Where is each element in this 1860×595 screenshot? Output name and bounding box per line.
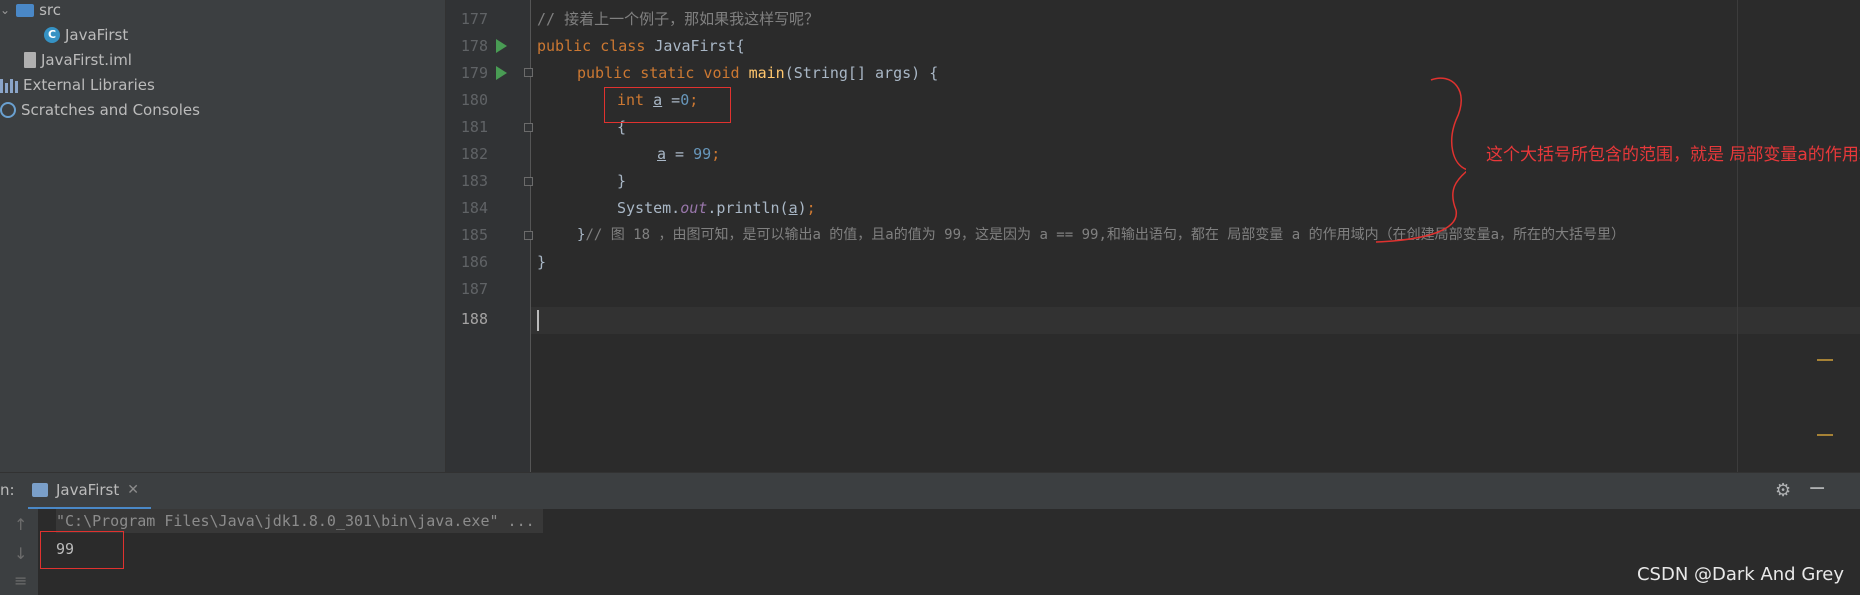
- curly-brace-annotation: [1375, 77, 1466, 243]
- code-token: a: [657, 145, 667, 163]
- iml-file-icon: [24, 52, 36, 68]
- run-console[interactable]: "C:\Program Files\Java\jdk1.8.0_301\bin\…: [38, 509, 1860, 595]
- run-config-icon: [32, 483, 48, 497]
- watermark: CSDN @Dark And Grey: [1636, 564, 1844, 585]
- folder-icon: [16, 3, 35, 17]
- highlight-box-output: [40, 531, 124, 569]
- chevron-down-icon[interactable]: ⌄: [0, 0, 10, 22]
- code-token: public class: [537, 37, 655, 55]
- line-number: 181: [460, 118, 488, 136]
- scrollbar-marker[interactable]: [1817, 359, 1833, 361]
- tree-item-src[interactable]: ⌄ src: [0, 0, 61, 22]
- line-number-current: 188: [460, 310, 488, 328]
- line-number: 178: [460, 37, 488, 55]
- minimize-icon[interactable]: −: [1808, 476, 1826, 501]
- code-token: out: [680, 199, 708, 217]
- tree-item-scratches[interactable]: Scratches and Consoles: [0, 98, 200, 122]
- code-token: ;: [711, 145, 721, 163]
- tree-item-external-libraries[interactable]: External Libraries: [0, 73, 155, 97]
- run-panel-label: n:: [0, 481, 15, 499]
- tree-item-label: JavaFirst: [65, 26, 129, 44]
- tree-item-label: External Libraries: [23, 76, 155, 94]
- run-class-icon[interactable]: [496, 39, 507, 53]
- right-margin-guide: [1737, 0, 1738, 472]
- run-side-toolbar: ↑ ↓ ≡: [0, 509, 38, 595]
- code-token: 99: [693, 145, 712, 163]
- code-token: ;: [806, 199, 816, 217]
- code-token: (String[] args) {: [784, 64, 939, 82]
- line-number: 179: [460, 64, 488, 82]
- arrow-up-icon[interactable]: ↑: [14, 515, 27, 534]
- code-token: // 图 18 ，由图可知，是可以输出a 的值，且a的值为 99，这是因为 a …: [585, 227, 1626, 243]
- code-token: =: [666, 145, 694, 163]
- code-editor[interactable]: 177 178 179 180 181 182 183 184 185 186 …: [446, 0, 1860, 472]
- highlight-box-declaration: [604, 87, 731, 123]
- line-number: 187: [460, 280, 488, 298]
- arrow-down-icon[interactable]: ↓: [14, 544, 27, 563]
- code-token: .println(: [707, 199, 789, 217]
- line-number: 177: [460, 10, 488, 28]
- line-number: 182: [460, 145, 488, 163]
- tree-item-iml[interactable]: JavaFirst.iml: [24, 48, 132, 72]
- code-token: a: [788, 199, 798, 217]
- fold-icon[interactable]: [524, 123, 533, 132]
- code-token: main: [748, 64, 785, 82]
- code-line-186: }: [537, 253, 547, 271]
- close-icon[interactable]: ✕: [127, 482, 139, 498]
- code-line-183: }: [617, 172, 627, 190]
- code-token: public static void: [577, 64, 749, 82]
- line-number: 186: [460, 253, 488, 271]
- tree-item-label: Scratches and Consoles: [21, 101, 200, 119]
- code-line-179: public static void main(String[] args) {: [577, 60, 938, 87]
- run-toolwindow-header: n: JavaFirst ✕ ⚙ −: [0, 472, 1860, 510]
- annotation-text: 这个大括号所包含的范围，就是 局部变量a的作用域: [1486, 145, 1860, 165]
- code-token: JavaFirst{: [654, 37, 745, 55]
- console-command-line: "C:\Program Files\Java\jdk1.8.0_301\bin\…: [56, 509, 543, 533]
- java-class-icon: C: [44, 27, 60, 43]
- line-number: 185: [460, 226, 488, 244]
- line-number: 183: [460, 172, 488, 190]
- code-line-182: a = 99;: [657, 141, 720, 168]
- current-line-highlight: [531, 307, 1860, 334]
- run-tab-javafirst[interactable]: JavaFirst ✕: [28, 473, 151, 510]
- fold-icon[interactable]: [524, 68, 533, 77]
- code-line-177: // 接着上一个例子，那如果我这样写呢？: [537, 10, 820, 28]
- line-number: 184: [460, 199, 488, 217]
- fold-icon[interactable]: [524, 177, 533, 186]
- tree-item-label: JavaFirst.iml: [41, 51, 132, 69]
- line-number: 180: [460, 91, 488, 109]
- gear-icon[interactable]: ⚙: [1775, 480, 1791, 501]
- code-token: System.: [617, 199, 681, 217]
- text-caret: [537, 310, 539, 331]
- code-line-185: }// 图 18 ，由图可知，是可以输出a 的值，且a的值为 99，这是因为 a…: [577, 222, 1625, 249]
- code-line-184: System.out.println(a);: [617, 195, 816, 222]
- soft-wrap-icon[interactable]: ≡: [14, 571, 27, 590]
- tree-item-label: src: [39, 1, 61, 19]
- code-token: ): [797, 199, 807, 217]
- run-tab-label: JavaFirst: [56, 481, 120, 499]
- editor-gutter: 177 178 179 180 181 182 183 184 185 186 …: [446, 0, 533, 472]
- scrollbar-marker[interactable]: [1817, 434, 1833, 436]
- run-main-icon[interactable]: [496, 66, 507, 80]
- fold-icon[interactable]: [524, 231, 533, 240]
- scratches-icon: [0, 102, 16, 118]
- libraries-icon: [0, 77, 18, 93]
- project-tree-panel: ⌄ src C JavaFirst JavaFirst.iml External…: [0, 0, 446, 472]
- code-line-178: public class JavaFirst{: [537, 33, 745, 60]
- tree-item-javafirst[interactable]: C JavaFirst: [44, 23, 128, 47]
